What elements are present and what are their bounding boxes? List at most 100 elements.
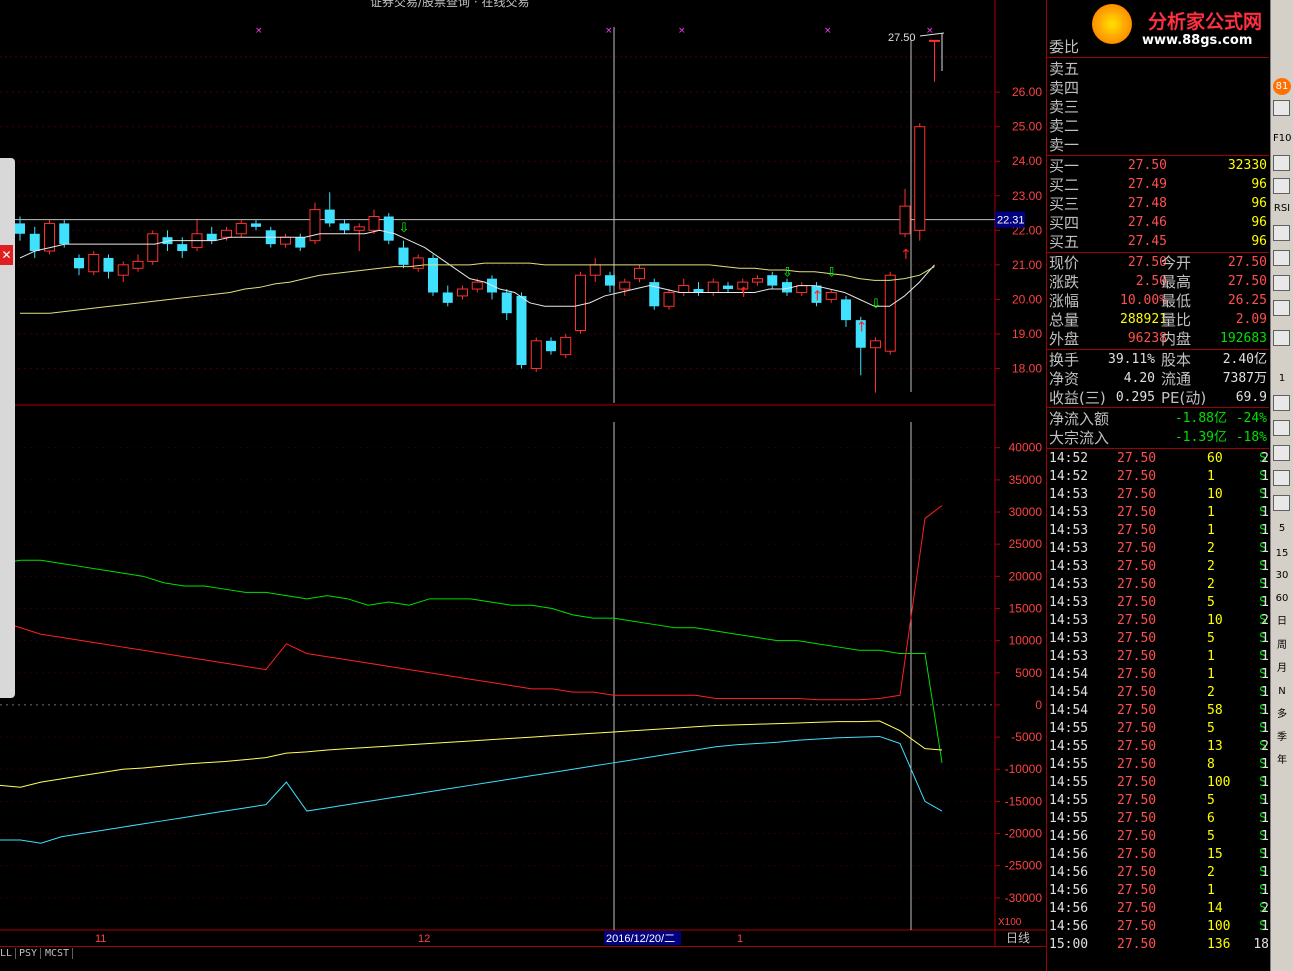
indicator-tick-label: 40000 xyxy=(1009,441,1043,455)
stat-label: 涨跌 xyxy=(1049,273,1080,291)
stat-value: 2.09 xyxy=(1235,312,1267,327)
toolbar-button-9[interactable]: 周 xyxy=(1273,637,1291,654)
tab-psy[interactable]: PSY xyxy=(16,948,42,959)
toolbar-icon[interactable] xyxy=(1273,300,1290,316)
buy-level-row: 买五 27.45 96 xyxy=(1047,233,1269,251)
stat-value: 192683 xyxy=(1220,331,1267,346)
candle-body xyxy=(560,336,572,356)
toolbar-icon[interactable] xyxy=(1273,100,1290,116)
toolbar-button-6[interactable]: 30 xyxy=(1273,567,1291,584)
period-label: 日线 xyxy=(1006,931,1030,945)
stat-label: 今开 xyxy=(1161,254,1192,272)
sell-level-label: 卖三 xyxy=(1049,98,1080,116)
tick-price: 27.50 xyxy=(1117,469,1157,484)
toolbar-icon[interactable] xyxy=(1273,495,1290,511)
toolbar-button-13[interactable]: 季 xyxy=(1273,729,1291,746)
toolbar-icon[interactable] xyxy=(1273,178,1290,194)
candle-body xyxy=(221,229,232,238)
toolbar-button-14[interactable]: 年 xyxy=(1273,752,1291,769)
tick-price: 27.50 xyxy=(1117,847,1157,862)
tick-price: 27.50 xyxy=(1117,613,1157,628)
tick-price: 27.50 xyxy=(1117,595,1157,610)
left-floating-panel[interactable] xyxy=(0,158,15,698)
toolbar-icon[interactable] xyxy=(1273,250,1290,266)
chart-canvas[interactable]: 26.0025.0024.0023.0022.0021.0020.0019.00… xyxy=(0,0,1046,946)
toolbar-icon[interactable] xyxy=(1273,155,1290,171)
close-icon[interactable]: ✕ xyxy=(0,245,13,265)
tab-mcst[interactable]: MCST xyxy=(42,948,74,959)
tick-count: 1 xyxy=(1261,523,1269,538)
tick-count: 1 xyxy=(1261,829,1269,844)
toolbar-button-7[interactable]: 60 xyxy=(1273,590,1291,607)
buy-level-label: 买二 xyxy=(1049,176,1080,194)
capital-flow-row: 净流入额 -1.88亿 -24% xyxy=(1047,410,1269,428)
toolbar-icon[interactable] xyxy=(1273,330,1290,346)
candle-body xyxy=(530,340,542,369)
kline-chart-area[interactable]: 26.00 25.00 24.00 23.00 22.00 21.00 20.00 19.00… xyxy=(0,0,1046,971)
candle-body xyxy=(88,253,100,273)
toolbar-button-10[interactable]: 月 xyxy=(1273,660,1291,677)
indicator-tick-label: 15000 xyxy=(1009,601,1043,615)
tick-count: 2 xyxy=(1261,613,1269,628)
tick-row: 14:55 27.50 8 S 1 xyxy=(1047,756,1269,774)
toolbar-button-5[interactable]: 15 xyxy=(1273,545,1291,562)
candle-body xyxy=(471,281,483,290)
candle-body xyxy=(457,288,468,297)
candle-body xyxy=(634,267,645,280)
sell-level-row: 卖一 xyxy=(1047,136,1269,154)
toolbar-icon[interactable] xyxy=(1273,395,1290,411)
indicator-tick-label: 10000 xyxy=(1009,634,1043,648)
price-tick-label: 25.00 xyxy=(1012,120,1042,134)
candle-body xyxy=(516,295,527,366)
tick-time: 14:54 xyxy=(1049,667,1089,682)
tab-ll[interactable]: LL xyxy=(0,948,17,959)
toolbar-icon[interactable] xyxy=(1273,445,1290,461)
toolbar-icon[interactable] xyxy=(1273,275,1290,291)
tick-time: 14:56 xyxy=(1049,865,1089,880)
toolbar-button-4[interactable]: 5 xyxy=(1273,520,1291,537)
tick-time: 14:53 xyxy=(1049,487,1089,502)
indicator-tick-label: 0 xyxy=(1035,698,1042,712)
toolbar-button-8[interactable]: 日 xyxy=(1273,613,1291,630)
tick-time: 14:55 xyxy=(1049,811,1089,826)
toolbar-icon[interactable] xyxy=(1273,225,1290,241)
toolbar-icon[interactable] xyxy=(1273,470,1290,486)
stat-label: 量比 xyxy=(1161,311,1192,329)
toolbar-button-1[interactable]: F10 xyxy=(1273,130,1291,147)
stat-label: 总量 xyxy=(1049,311,1080,329)
sell-level-label: 卖四 xyxy=(1049,79,1080,97)
sell-level-row: 卖二 xyxy=(1047,117,1269,135)
tick-count: 1 xyxy=(1261,487,1269,502)
tick-price: 27.50 xyxy=(1117,919,1157,934)
date-cursor-label: 2016/12/20/二 xyxy=(606,933,675,945)
toolbar-button-12[interactable]: 多 xyxy=(1273,706,1291,723)
x-axis-label: 12 xyxy=(418,933,430,945)
buy-volume: 96 xyxy=(1251,215,1267,230)
stat-value: 27.50 xyxy=(1227,255,1267,270)
logo-flower-icon xyxy=(1092,4,1132,44)
tick-time: 14:55 xyxy=(1049,793,1089,808)
toolbar-button-11[interactable]: N xyxy=(1273,683,1291,700)
candle-body xyxy=(914,126,926,231)
candle-body xyxy=(723,285,733,290)
toolbar-button-0[interactable]: 81 xyxy=(1273,78,1291,95)
tick-count: 1 xyxy=(1261,865,1269,880)
tick-count: 1 xyxy=(1261,649,1269,664)
tick-row: 14:53 27.50 10 S 1 xyxy=(1047,486,1269,504)
toolbar-icon[interactable] xyxy=(1273,420,1290,436)
candle-body xyxy=(368,216,380,231)
toolbar-button-2[interactable]: RSI xyxy=(1273,200,1291,217)
tick-count: 1 xyxy=(1261,811,1269,826)
candle-body xyxy=(442,292,453,303)
site-logo: 分析家公式网 www.88gs.com xyxy=(1090,0,1270,56)
stat-value: 0.295 xyxy=(1115,390,1155,405)
tick-count: 2 xyxy=(1261,739,1269,754)
candle-body xyxy=(825,291,837,300)
candle-body xyxy=(501,292,512,314)
tick-price: 27.50 xyxy=(1117,757,1157,772)
candle-body xyxy=(619,281,631,290)
toolbar-button-3[interactable]: 1 xyxy=(1273,370,1291,387)
tick-row: 14:53 27.50 5 S 1 xyxy=(1047,630,1269,648)
sell-arrow-icon: ⇩ xyxy=(782,266,793,281)
candle-body xyxy=(147,233,159,262)
